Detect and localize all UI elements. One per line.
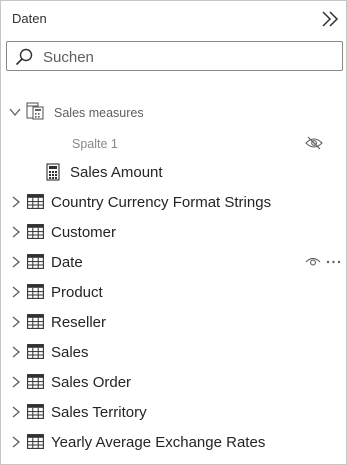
- search-icon: [15, 48, 33, 66]
- table-icon: [27, 404, 44, 419]
- tree-item-table[interactable]: Sales: [1, 337, 346, 367]
- tree-item-label: Customer: [51, 224, 117, 241]
- chevron-right-icon[interactable]: [10, 436, 22, 448]
- table-icon: [27, 434, 44, 449]
- tree-item-label: Yearly Average Exchange Rates: [51, 434, 266, 451]
- table-icon: [27, 224, 44, 239]
- pane-title: Daten: [12, 11, 47, 26]
- tree-item-table[interactable]: Reseller: [1, 307, 346, 337]
- chevron-right-icon[interactable]: [10, 406, 22, 418]
- table-icon: [27, 344, 44, 359]
- chevron-right-icon[interactable]: [10, 256, 22, 268]
- tree-item-label: Date: [51, 254, 83, 271]
- tree-item-table[interactable]: Country Currency Format Strings: [1, 187, 346, 217]
- table-icon: [27, 194, 44, 209]
- tree-item-label: Sales measures: [54, 106, 144, 120]
- chevron-right-icon[interactable]: [10, 196, 22, 208]
- tree-item-table[interactable]: Customer: [1, 217, 346, 247]
- chevron-right-icon[interactable]: [10, 286, 22, 298]
- table-icon: [27, 314, 44, 329]
- pane-header: Daten: [1, 1, 346, 37]
- tree-item-table[interactable]: Date: [1, 247, 346, 277]
- search-box[interactable]: [6, 41, 343, 71]
- table-icon: [27, 254, 44, 269]
- table-icon: [27, 284, 44, 299]
- tree-item-table[interactable]: Sales Order: [1, 367, 346, 397]
- tree-item-table[interactable]: Sales Territory: [1, 397, 346, 427]
- double-chevron-right-icon: [322, 11, 339, 27]
- visibility-eye-icon[interactable]: [305, 255, 321, 269]
- tree-item-sales-measures[interactable]: Sales measures: [1, 97, 346, 127]
- calculator-icon: [46, 163, 60, 181]
- tree-item-label: Reseller: [51, 314, 107, 331]
- chevron-right-icon[interactable]: [10, 376, 22, 388]
- tree-item-label: Country Currency Format Strings: [51, 194, 272, 211]
- tree-item-sales-amount[interactable]: Sales Amount: [1, 157, 346, 187]
- tree-item-label: Sales Amount: [70, 164, 163, 181]
- tree-item-spalte-1[interactable]: Spalte 1: [1, 128, 346, 158]
- measure-table-icon: [26, 102, 44, 120]
- tree-item-label: Sales: [51, 344, 89, 361]
- hidden-eye-icon[interactable]: [305, 136, 323, 150]
- more-options-icon[interactable]: [326, 260, 341, 264]
- tree-item-table[interactable]: Product: [1, 277, 346, 307]
- chevron-right-icon[interactable]: [10, 226, 22, 238]
- chevron-right-icon[interactable]: [10, 316, 22, 328]
- tree-item-table[interactable]: Yearly Average Exchange Rates: [1, 427, 346, 457]
- tree-item-label: Product: [51, 284, 103, 301]
- search-input[interactable]: [43, 46, 333, 68]
- tree-item-label: Sales Order: [51, 374, 132, 391]
- table-icon: [27, 374, 44, 389]
- tree-item-label: Sales Territory: [51, 404, 147, 421]
- tree-item-label: Spalte 1: [72, 137, 118, 151]
- collapse-pane-button[interactable]: [319, 8, 341, 30]
- data-pane: Daten Suchen Sales measures Spalte 1 Sal…: [0, 0, 347, 465]
- chevron-right-icon[interactable]: [10, 346, 22, 358]
- chevron-down-icon[interactable]: [9, 106, 21, 118]
